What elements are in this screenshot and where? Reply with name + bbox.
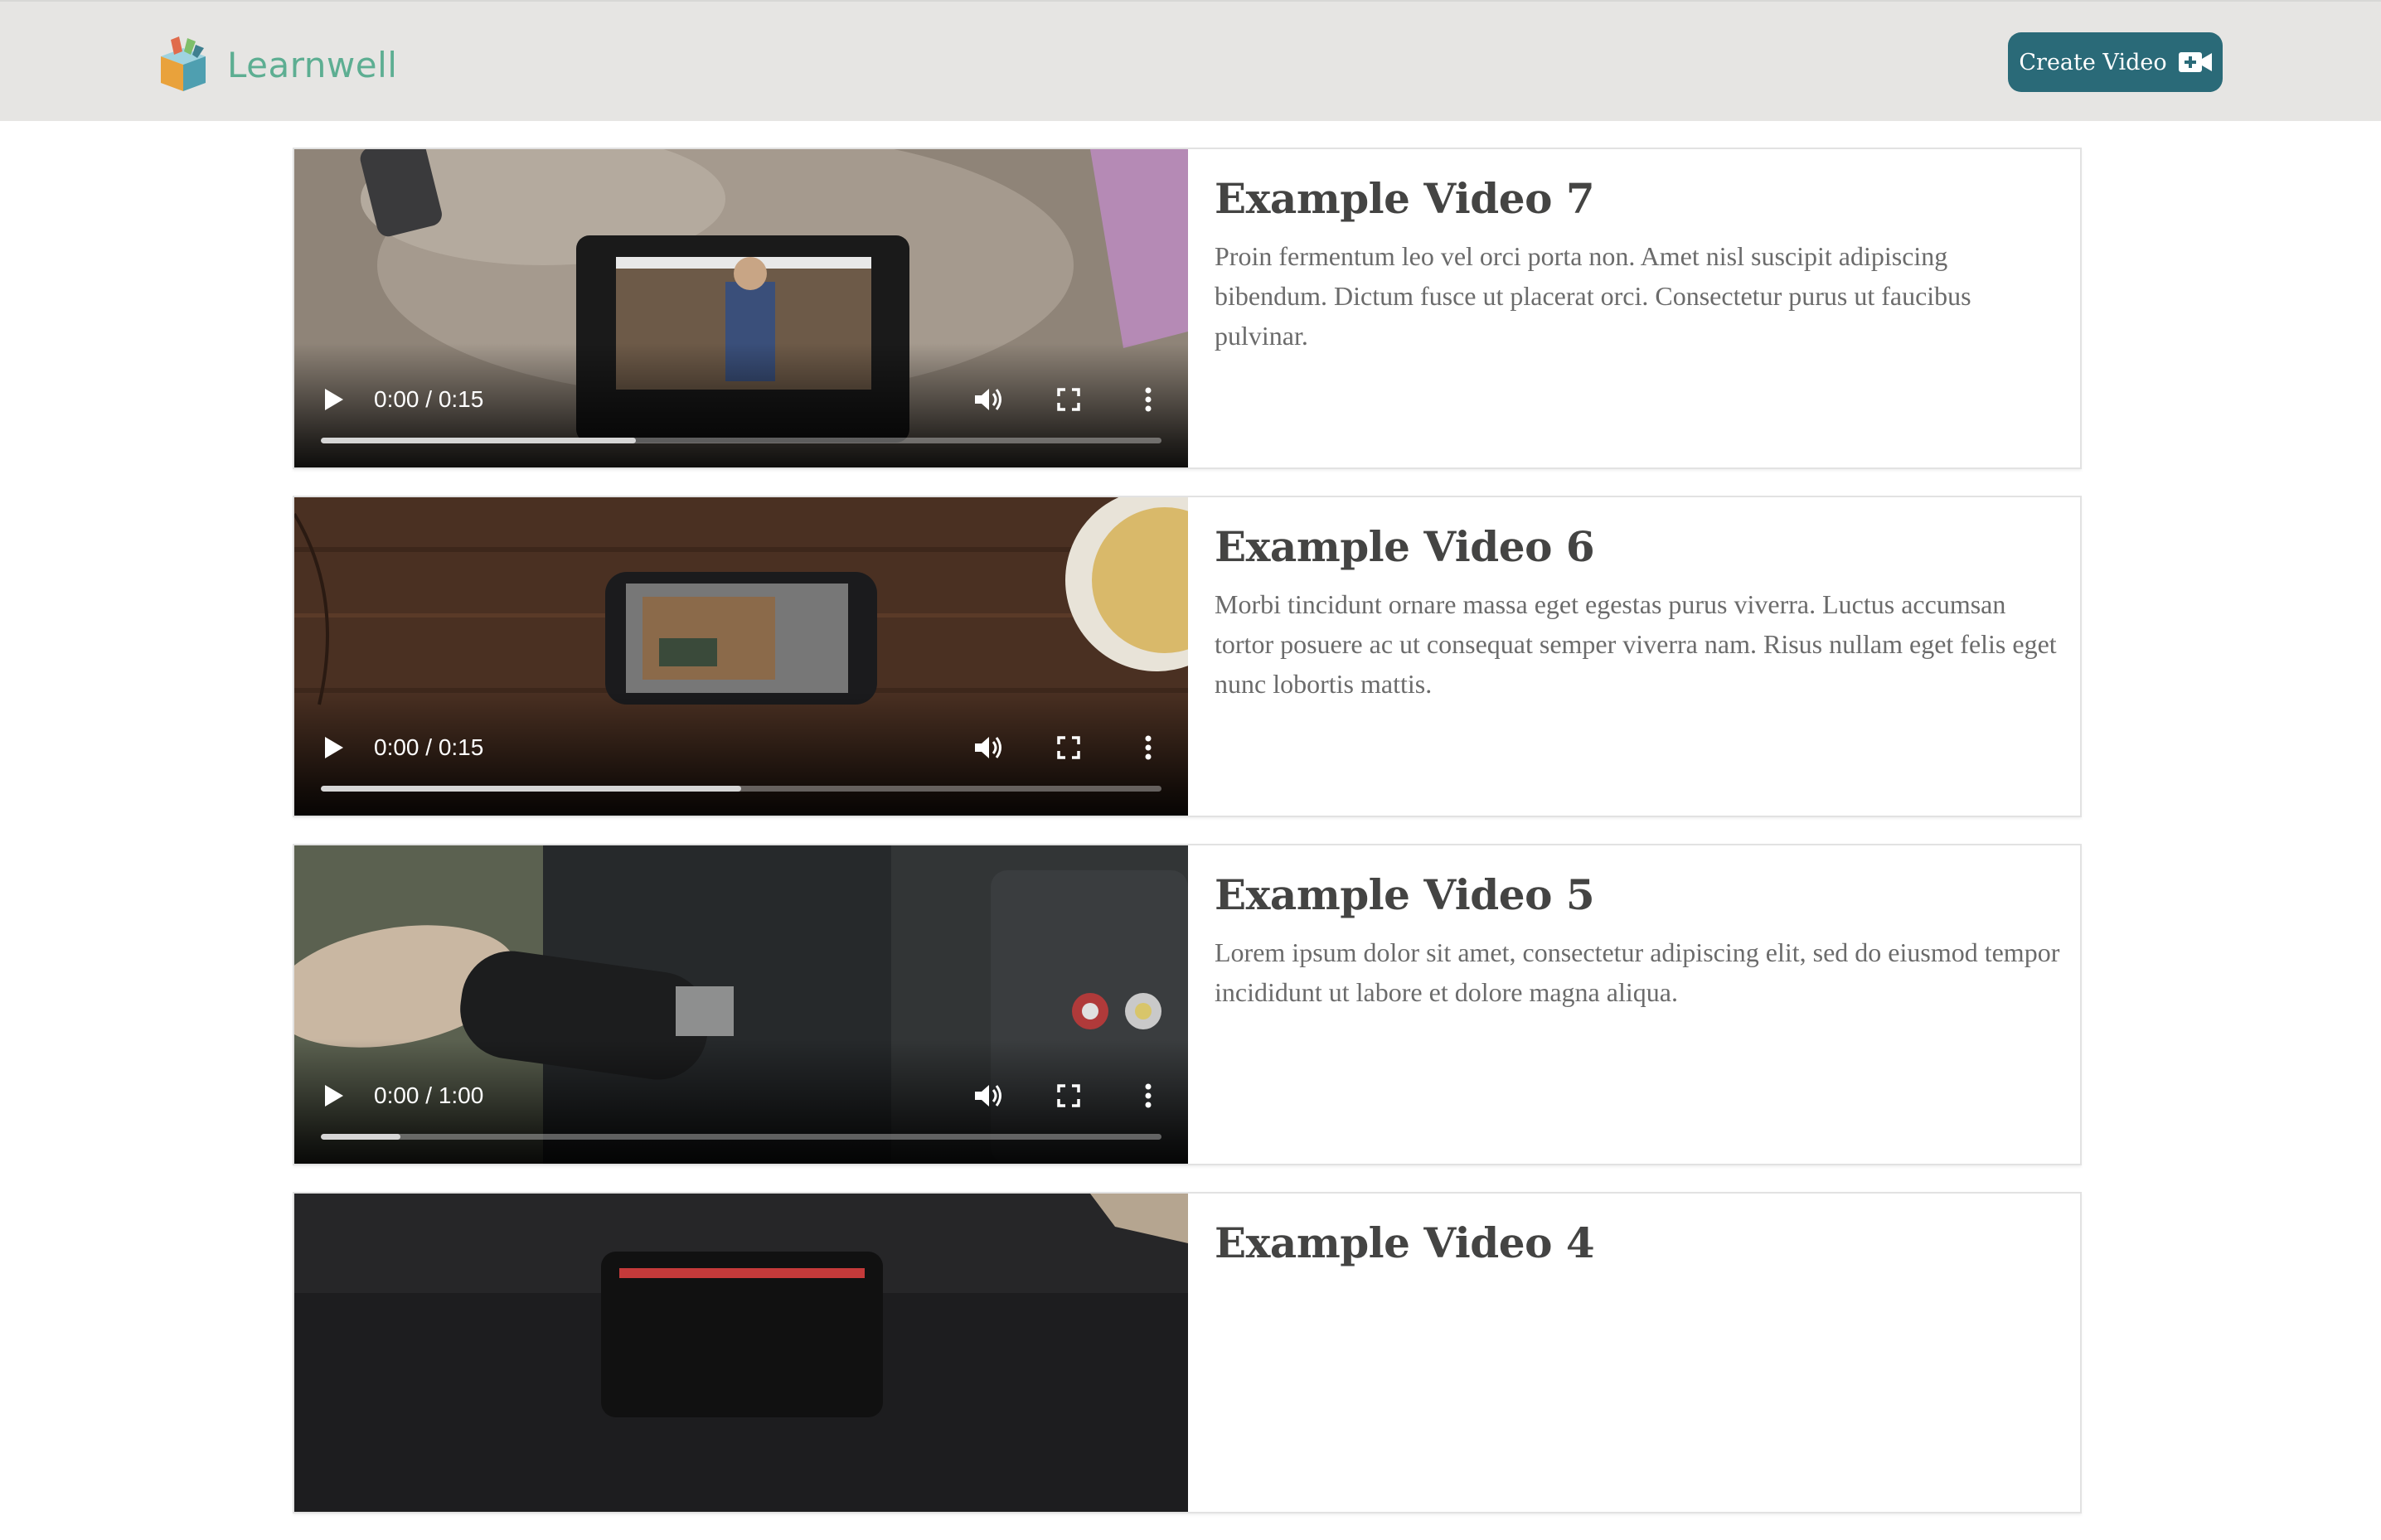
play-icon[interactable] [319, 733, 349, 763]
volume-icon[interactable] [974, 1081, 1004, 1111]
create-video-label: Create Video [2019, 49, 2167, 75]
brand-name: Learnwell [227, 44, 398, 85]
video-camera-add-icon [2178, 52, 2212, 72]
video-player[interactable]: 0:00 / 0:15 [294, 149, 1188, 467]
fullscreen-icon[interactable] [1054, 385, 1084, 414]
video-info: Example Video 5 Lorem ipsum dolor sit am… [1215, 870, 2060, 1012]
volume-icon[interactable] [974, 733, 1004, 763]
progress-bar[interactable] [321, 1134, 1161, 1140]
video-controls: 0:00 / 0:15 [294, 724, 1188, 816]
video-list: 0:00 / 0:15 Example Video 7 Proin fermen… [293, 148, 2082, 1540]
fullscreen-icon[interactable] [1054, 1081, 1084, 1111]
video-controls: 0:00 / 1:00 [294, 1073, 1188, 1164]
volume-icon[interactable] [974, 385, 1004, 414]
time-display: 0:00 / 0:15 [374, 386, 484, 412]
play-icon[interactable] [319, 385, 349, 414]
play-icon[interactable] [319, 1081, 349, 1111]
video-info: Example Video 7 Proin fermentum leo vel … [1215, 174, 2060, 356]
progress-fill [321, 1134, 401, 1140]
more-options-icon[interactable] [1133, 733, 1163, 763]
video-card: Example Video 4 [293, 1192, 2082, 1513]
more-options-icon[interactable] [1133, 385, 1163, 414]
video-player[interactable]: 0:00 / 1:00 [294, 845, 1188, 1164]
video-player[interactable]: 0:00 / 0:15 [294, 497, 1188, 816]
progress-fill [321, 786, 741, 792]
video-title[interactable]: Example Video 6 [1215, 522, 2060, 571]
logo-cube-icon [161, 36, 206, 91]
fullscreen-icon[interactable] [1054, 733, 1084, 763]
video-controls: 0:00 / 0:15 [294, 376, 1188, 467]
top-bar: Learnwell Create Video [0, 0, 2381, 121]
progress-bar[interactable] [321, 438, 1161, 443]
video-card: 0:00 / 0:15 Example Video 6 Morbi tincid… [293, 496, 2082, 817]
video-card: 0:00 / 0:15 Example Video 7 Proin fermen… [293, 148, 2082, 469]
progress-bar[interactable] [321, 786, 1161, 792]
video-description: Proin fermentum leo vel orci porta non. … [1215, 241, 1971, 351]
video-info: Example Video 6 Morbi tincidunt ornare m… [1215, 522, 2060, 704]
video-title[interactable]: Example Video 4 [1215, 1218, 2060, 1267]
time-display: 0:00 / 1:00 [374, 1082, 484, 1108]
create-video-button[interactable]: Create Video [2008, 32, 2223, 92]
video-title[interactable]: Example Video 5 [1215, 870, 2060, 919]
video-thumbnail [294, 1194, 1188, 1512]
progress-fill [321, 438, 637, 443]
more-options-icon[interactable] [1133, 1081, 1163, 1111]
video-player[interactable] [294, 1194, 1188, 1512]
video-title[interactable]: Example Video 7 [1215, 174, 2060, 223]
brand-logo[interactable]: Learnwell [154, 36, 397, 93]
video-info: Example Video 4 [1215, 1218, 2060, 1281]
video-card: 0:00 / 1:00 Example Video 5 Lorem ipsum … [293, 844, 2082, 1165]
time-display: 0:00 / 0:15 [374, 734, 484, 760]
video-description: Lorem ipsum dolor sit amet, consectetur … [1215, 937, 2060, 1007]
video-description: Morbi tincidunt ornare massa eget egesta… [1215, 589, 2057, 699]
